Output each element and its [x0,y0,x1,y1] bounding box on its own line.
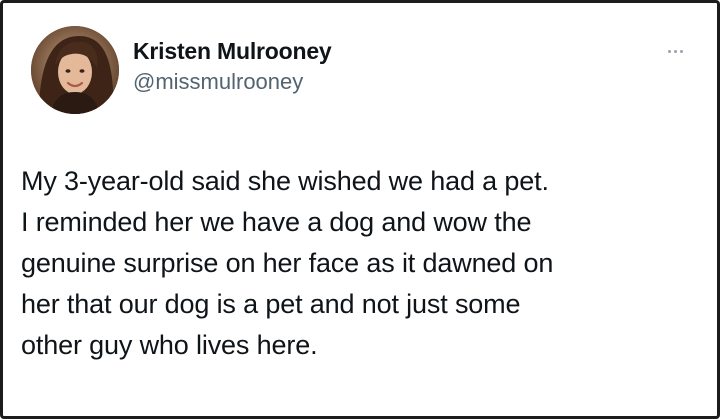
avatar-image [31,26,119,114]
user-info: Kristen Mulrooney @missmulrooney [133,37,332,97]
more-horizontal-icon [667,49,671,53]
author-display-name[interactable]: Kristen Mulrooney [133,37,332,65]
avatar[interactable] [31,26,119,114]
tweet-text-line: My 3-year-old said she wished we had a p… [21,166,549,196]
tweet-text-line: I reminded her we have a dog and wow the [21,207,532,237]
more-horizontal-icon-dot [673,49,677,53]
more-options-button[interactable] [659,41,691,61]
tweet-text-line: genuine surprise on her face as it dawne… [21,248,554,278]
tweet-header: Kristen Mulrooney @missmulrooney [19,23,701,123]
author-handle[interactable]: @missmulrooney [133,67,332,97]
tweet-text: My 3-year-old said she wished we had a p… [21,161,703,366]
tweet-text-line: other guy who lives here. [21,330,318,360]
more-horizontal-icon-dot [679,49,683,53]
tweet-text-line: her that our dog is a pet and not just s… [21,289,521,319]
tweet-card: Kristen Mulrooney @missmulrooney My 3-ye… [0,0,720,419]
